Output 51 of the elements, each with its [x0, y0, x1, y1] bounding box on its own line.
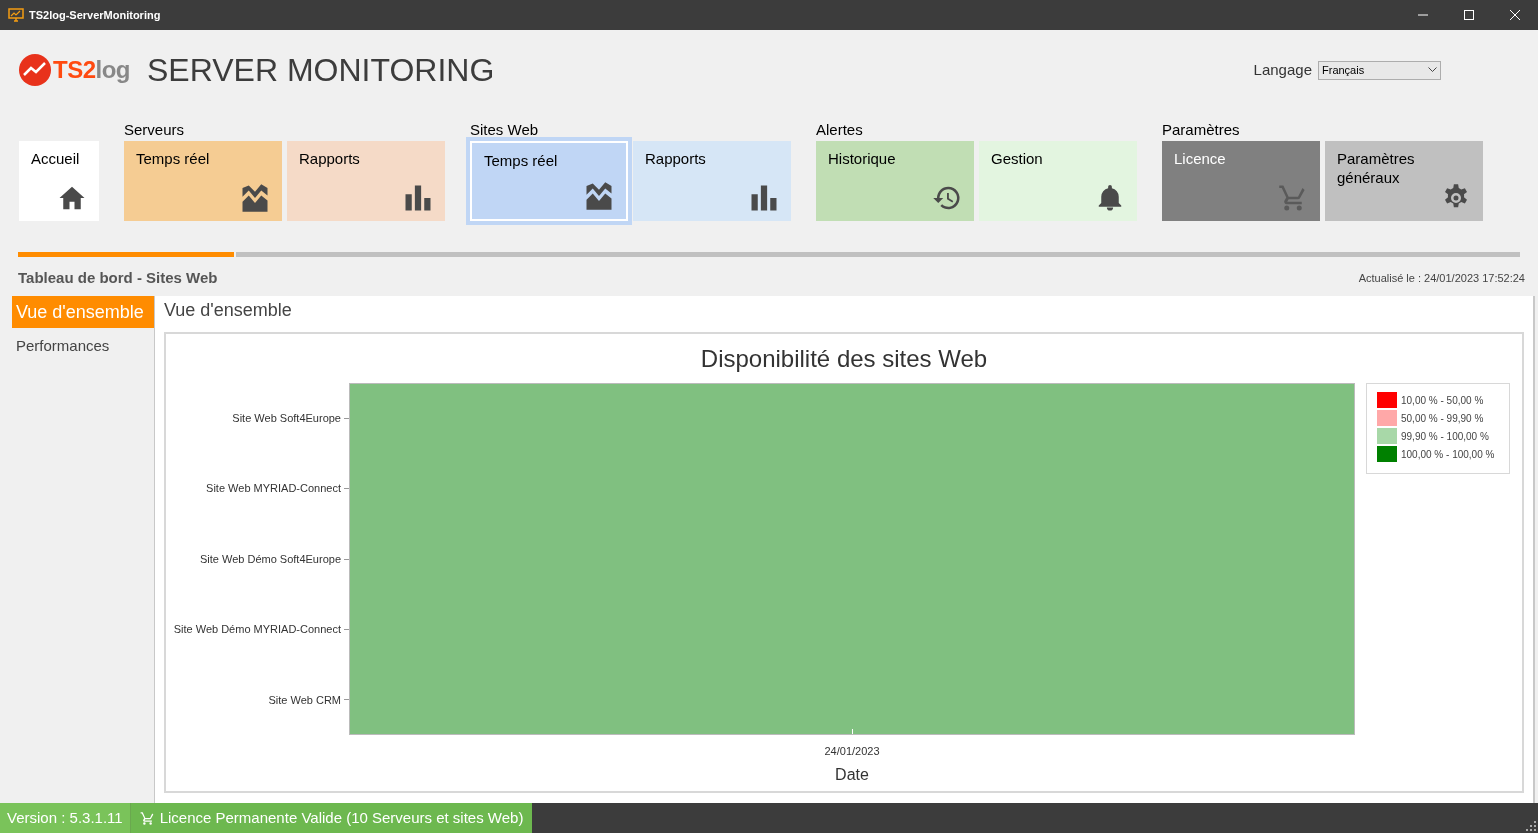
nav-tile[interactable]: Temps réel: [124, 141, 282, 221]
tick-mark: [344, 558, 349, 560]
tick-mark: [344, 699, 349, 701]
caret-icon: [1428, 67, 1437, 73]
axis-label: Site Web Soft4Europe: [232, 410, 341, 426]
bar-chart-icon: [749, 183, 779, 213]
updated-timestamp: Actualisé le : 24/01/2023 17:52:24: [1358, 270, 1525, 286]
area-chart-icon: [584, 181, 614, 211]
language-dropdown[interactable]: Français: [1318, 60, 1441, 80]
nav-tile[interactable]: Licence: [1162, 141, 1320, 221]
chart-title: Disponibilité des sites Web: [700, 343, 988, 374]
app-title: SERVER MONITORING: [147, 51, 495, 90]
window-title: TS2log-ServerMonitoring: [29, 7, 161, 23]
tick-mark: [344, 628, 349, 630]
group-label: Paramètres: [1162, 120, 1241, 140]
legend-label: 100,00 % - 100,00 %: [1401, 447, 1495, 462]
nav-tile[interactable]: Historique: [816, 141, 974, 221]
legend-label: 50,00 % - 99,90 %: [1401, 411, 1484, 426]
sidebar-item[interactable]: Performances: [12, 332, 154, 360]
nav-tile[interactable]: Rapports: [633, 141, 791, 221]
axis-label: Site Web Démo Soft4Europe: [199, 551, 341, 567]
panel-title: Vue d'ensemble: [164, 299, 293, 322]
axis-label: Site Web Démo MYRIAD-Connect: [173, 622, 341, 638]
logo-text: TS2log: [53, 55, 130, 85]
group-label: Sites Web: [470, 120, 540, 140]
axis-label: 24/01/2023: [824, 744, 880, 759]
nav-tile[interactable]: Rapports: [287, 141, 445, 221]
area-chart-icon: [240, 183, 270, 213]
legend-label: 99,90 % - 100,00 %: [1401, 429, 1489, 444]
axis-label: Site Web MYRIAD-Connect: [206, 481, 341, 497]
version-label: Version : 5.3.1.11: [0, 803, 131, 833]
axis-title: Date: [835, 764, 869, 785]
breadcrumb: Tableau de bord - Sites Web: [18, 267, 218, 288]
close-icon: [1510, 10, 1520, 20]
legend-label: 10,00 % - 50,00 %: [1401, 393, 1484, 408]
resize-grip-icon[interactable]: [1526, 821, 1536, 831]
nav-tile[interactable]: Accueil: [19, 141, 99, 221]
monitor-icon: [8, 8, 24, 22]
group-label: Serveurs: [124, 120, 186, 140]
nav-tile[interactable]: Paramètres généraux: [1325, 141, 1483, 221]
tick-mark: [344, 417, 349, 419]
maximize-icon: [1464, 10, 1474, 20]
group-label: Alertes: [816, 120, 864, 140]
nav-tile[interactable]: Gestion: [979, 141, 1137, 221]
license-status: Licence Permanente Valide (10 Serveurs et sites Web): [130, 803, 533, 833]
bar-chart-icon: [403, 183, 433, 213]
logo-icon: [18, 53, 52, 87]
language-label: Langage: [1253, 59, 1312, 80]
tick-mark: [344, 488, 349, 490]
axis-label: Site Web CRM: [268, 692, 341, 708]
cart-icon: [139, 810, 155, 826]
